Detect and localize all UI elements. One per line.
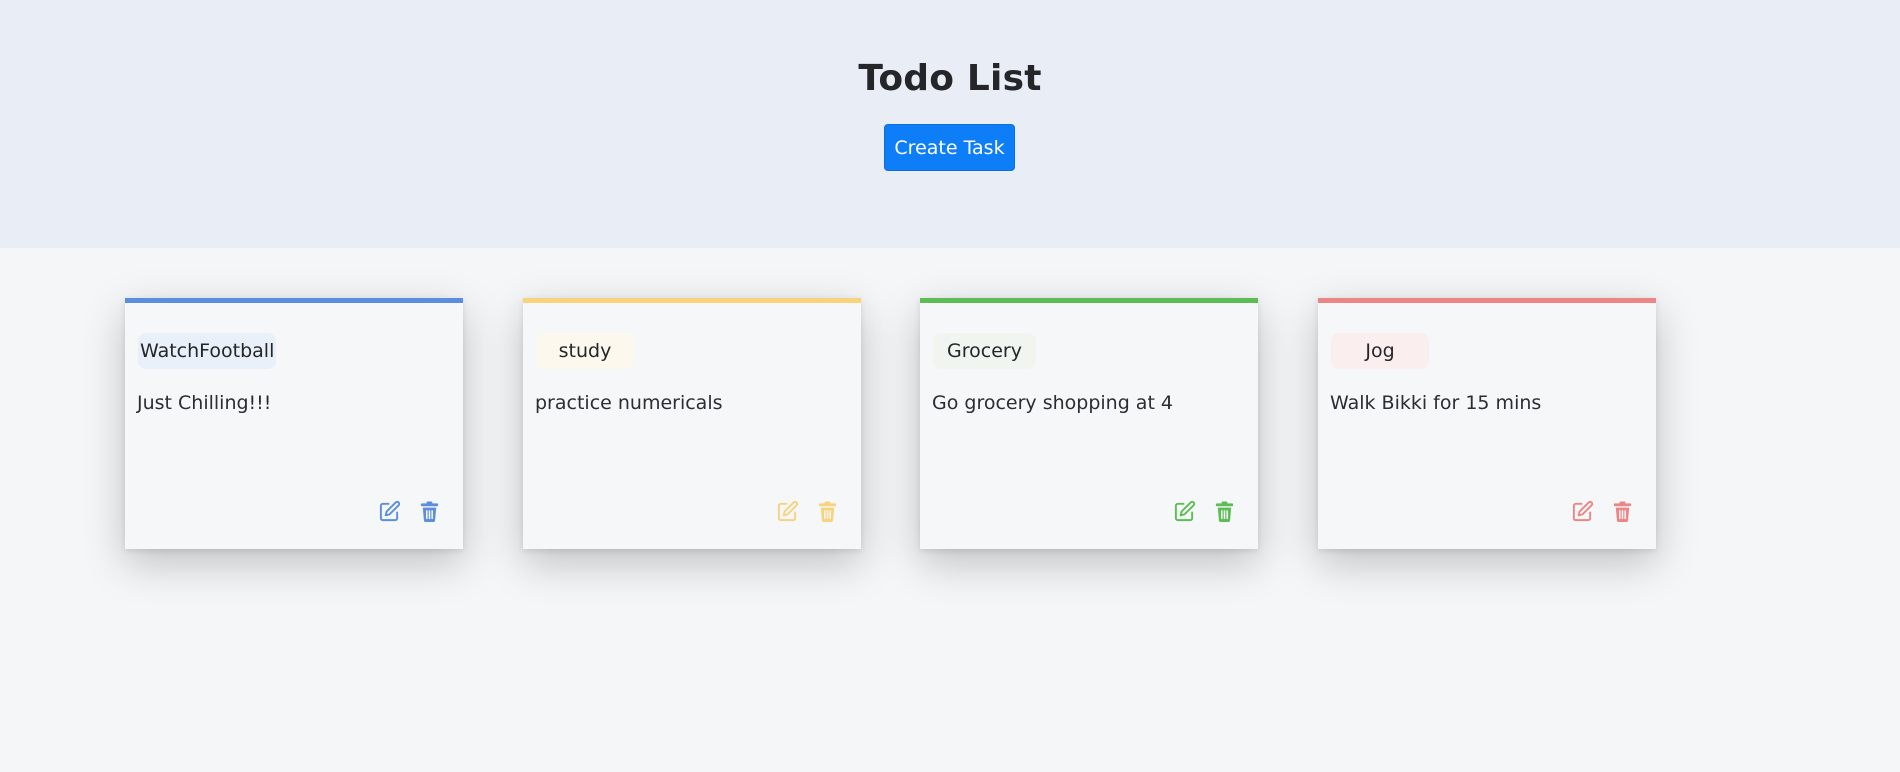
task-card: Grocery Go grocery shopping at 4 (920, 298, 1258, 549)
task-actions (1172, 499, 1236, 523)
task-title: Jog (1331, 333, 1429, 369)
trash-icon[interactable] (1212, 499, 1236, 523)
trash-icon[interactable] (417, 499, 441, 523)
trash-icon[interactable] (815, 499, 839, 523)
task-actions (377, 499, 441, 523)
task-card: Jog Walk Bikki for 15 mins (1318, 298, 1656, 549)
edit-icon[interactable] (1570, 499, 1594, 523)
edit-icon[interactable] (775, 499, 799, 523)
task-card: WatchFootball Just Chilling!!! (125, 298, 463, 549)
task-actions (775, 499, 839, 523)
task-title: Grocery (933, 333, 1036, 369)
trash-icon[interactable] (1610, 499, 1634, 523)
page-title: Todo List (858, 58, 1042, 99)
edit-icon[interactable] (1172, 499, 1196, 523)
task-description: Just Chilling!!! (137, 392, 272, 414)
task-title: WatchFootball (138, 333, 277, 369)
create-task-button[interactable]: Create Task (884, 124, 1015, 171)
task-description: Walk Bikki for 15 mins (1330, 392, 1542, 414)
task-description: Go grocery shopping at 4 (932, 392, 1174, 414)
task-card: study practice numericals (523, 298, 861, 549)
task-actions (1570, 499, 1634, 523)
task-title: study (536, 333, 634, 369)
header-banner: Todo List Create Task (0, 0, 1900, 248)
task-description: practice numericals (535, 392, 723, 414)
edit-icon[interactable] (377, 499, 401, 523)
